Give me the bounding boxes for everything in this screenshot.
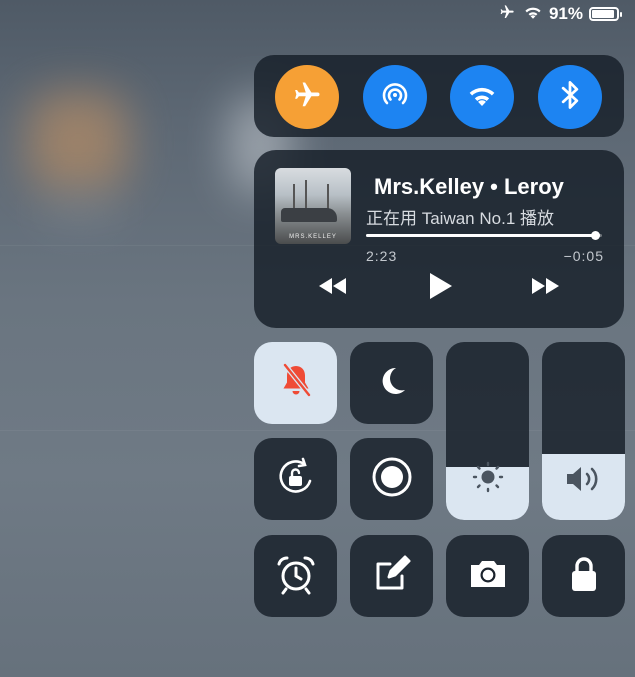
- alarm-button[interactable]: [254, 535, 337, 617]
- bell-slash-icon: [279, 362, 313, 405]
- playback-source: 正在用 Taiwan No.1 播放: [366, 209, 554, 228]
- status-bar: 91%: [497, 2, 622, 26]
- airplane-icon: [292, 80, 322, 115]
- record-icon: [371, 456, 413, 503]
- screen-lock-button[interactable]: [542, 535, 625, 617]
- background-line: [0, 430, 635, 431]
- do-not-disturb-toggle[interactable]: [350, 342, 433, 424]
- airdrop-icon: [378, 78, 412, 117]
- playback-scrubber[interactable]: [366, 231, 602, 240]
- fast-forward-button[interactable]: [524, 272, 568, 304]
- airplane-mode-button[interactable]: [275, 65, 339, 129]
- speaker-icon: [563, 463, 605, 500]
- airdrop-button[interactable]: [363, 65, 427, 129]
- battery-percent: 91%: [548, 4, 583, 23]
- notes-icon: [372, 554, 412, 599]
- silent-mode-toggle[interactable]: [254, 342, 337, 424]
- rewind-icon: [316, 277, 348, 300]
- wifi-icon: [523, 4, 543, 25]
- wifi-button[interactable]: [450, 65, 514, 129]
- lock-icon: [569, 554, 599, 599]
- connectivity-module: [254, 55, 624, 137]
- bluetooth-icon: [557, 79, 583, 116]
- rotation-lock-toggle[interactable]: [254, 438, 337, 520]
- elapsed-time: 2:23: [366, 248, 398, 264]
- album-artwork: MRS.KELLEY: [275, 168, 351, 244]
- song-title: Mrs.Kelley • Leroy: [374, 174, 564, 199]
- fast-forward-icon: [530, 277, 562, 300]
- rotation-lock-icon: [274, 455, 318, 504]
- play-button[interactable]: [418, 272, 462, 304]
- blurred-app-label: [40, 200, 120, 220]
- rewind-button[interactable]: [310, 272, 354, 304]
- play-icon: [427, 272, 453, 305]
- scrubber-knob[interactable]: [590, 231, 600, 240]
- wifi-icon: [466, 82, 498, 113]
- camera-button[interactable]: [446, 535, 529, 617]
- airplane-icon: [497, 4, 517, 25]
- moon-icon: [376, 365, 408, 402]
- brightness-slider[interactable]: [446, 342, 529, 520]
- battery-icon: [589, 7, 622, 21]
- now-playing-module[interactable]: MRS.KELLEY Mrs.Kelley • Leroy 正在用 Taiwan…: [254, 150, 624, 328]
- notes-button[interactable]: [350, 535, 433, 617]
- camera-icon: [467, 558, 509, 595]
- volume-slider[interactable]: [542, 342, 625, 520]
- blurred-app-icon: [28, 92, 128, 192]
- alarm-clock-icon: [274, 552, 318, 601]
- bluetooth-button[interactable]: [538, 65, 602, 129]
- remaining-time: −0:05: [563, 248, 604, 264]
- album-caption: MRS.KELLEY: [289, 234, 337, 240]
- screen-record-button[interactable]: [350, 438, 433, 520]
- sun-icon: [470, 459, 506, 500]
